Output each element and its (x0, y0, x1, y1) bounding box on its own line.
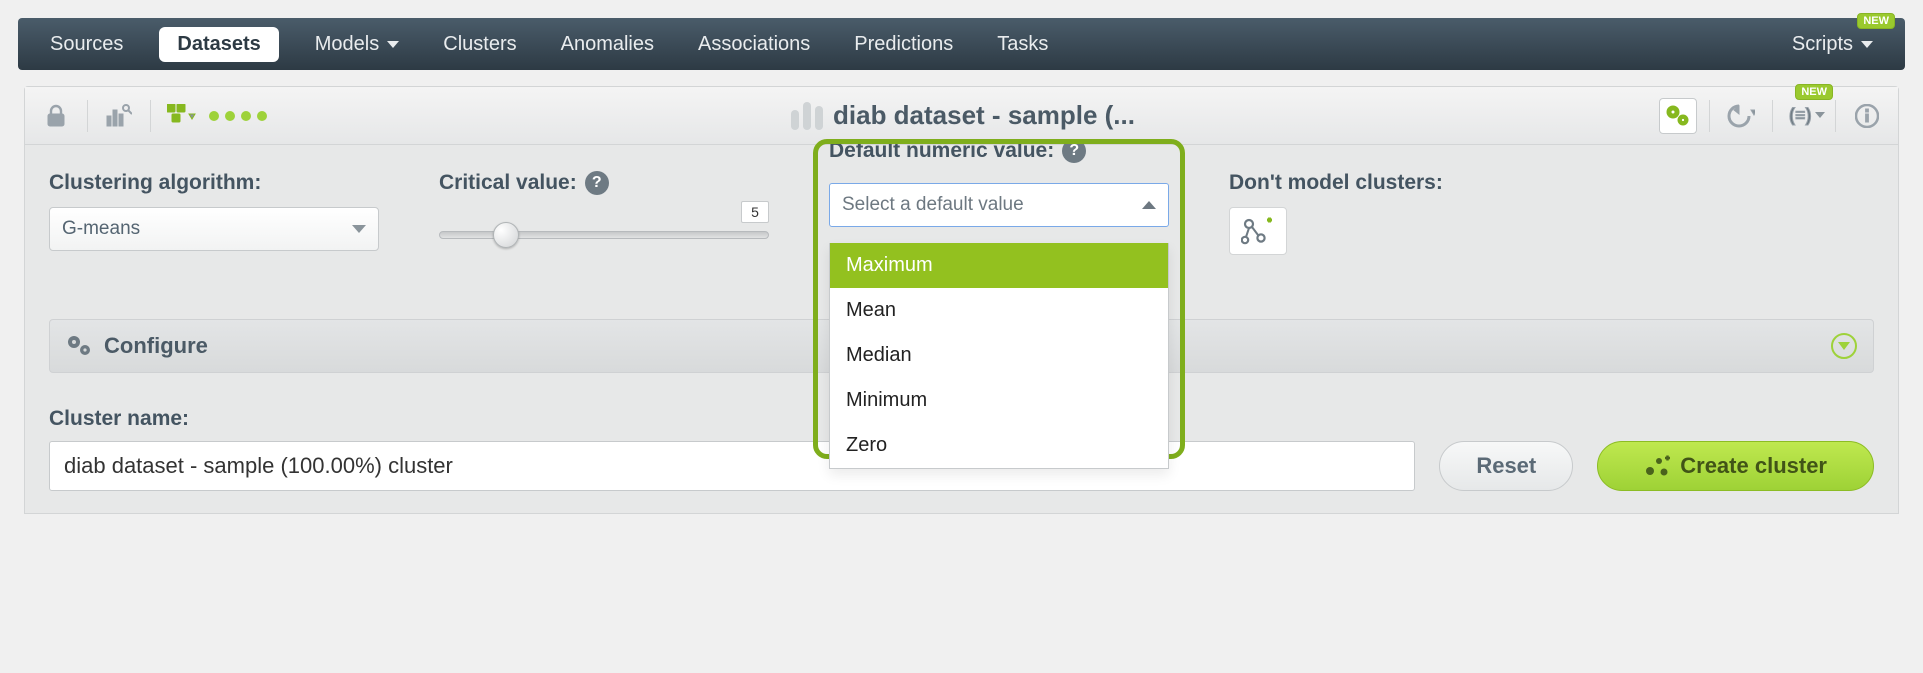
top-nav: Sources Datasets Models Clusters Anomali… (18, 18, 1905, 70)
nav-predictions[interactable]: Predictions (846, 23, 961, 66)
clustering-algorithm-select[interactable]: G-means (49, 207, 379, 251)
page-title-wrap: diab dataset - sample (... (267, 100, 1659, 131)
critical-value-slider[interactable]: 5 (439, 207, 769, 251)
script-menu-button[interactable]: (≡) NEW (1785, 98, 1823, 134)
cluster-name-input[interactable] (49, 441, 1415, 491)
default-numeric-select[interactable]: Select a default value (829, 183, 1169, 227)
nav-associations[interactable]: Associations (690, 23, 818, 66)
dataset-actions-button[interactable]: 3 0 1 (163, 98, 201, 134)
expand-icon (1831, 333, 1857, 359)
gears-icon (66, 334, 94, 358)
nav-sources[interactable]: Sources (42, 23, 131, 66)
dataset-icon: 3 0 1 (167, 104, 197, 128)
default-numeric-label: Default numeric value: ? (829, 139, 1086, 163)
sub-toolbar: 3 0 1 diab dataset - sample (... (25, 87, 1898, 145)
option-median[interactable]: Median (830, 333, 1168, 378)
chevron-down-icon (387, 41, 399, 48)
critical-value-label: Critical value: ? (439, 171, 769, 195)
clustering-algorithm-label: Clustering algorithm: (49, 171, 379, 195)
gears-button[interactable] (1659, 98, 1697, 134)
nav-scripts[interactable]: Scripts NEW (1784, 23, 1881, 66)
bolt-refresh-icon (1727, 104, 1755, 128)
config-row: Clustering algorithm: G-means Critical v… (25, 145, 1898, 265)
default-numeric-dropdown: Maximum Mean Median Minimum Zero (829, 243, 1169, 469)
chevron-down-icon (352, 225, 366, 233)
option-zero[interactable]: Zero (830, 423, 1168, 468)
refresh-bolt-button[interactable] (1722, 98, 1760, 134)
page-title: diab dataset - sample (... (833, 100, 1135, 131)
nav-tasks[interactable]: Tasks (989, 23, 1056, 66)
cluster-name-label: Cluster name: (49, 407, 1415, 431)
create-cluster-label: Create cluster (1680, 453, 1827, 479)
bars-icon (791, 102, 823, 130)
nav-models[interactable]: Models (307, 23, 407, 66)
histogram-search-icon (106, 104, 132, 128)
option-maximum[interactable]: Maximum (830, 243, 1168, 288)
new-badge: NEW (1857, 13, 1895, 29)
option-minimum[interactable]: Minimum (830, 378, 1168, 423)
new-badge: NEW (1795, 84, 1833, 100)
configure-section-label: Configure (104, 333, 208, 359)
nav-clusters[interactable]: Clusters (435, 23, 524, 66)
nav-scripts-label: Scripts (1792, 33, 1853, 56)
histogram-search-button[interactable] (100, 98, 138, 134)
default-numeric-placeholder: Select a default value (842, 194, 1024, 216)
dont-model-section: Don't model clusters: (1229, 171, 1443, 255)
dont-model-toggle[interactable] (1229, 207, 1287, 255)
nav-anomalies[interactable]: Anomalies (553, 23, 662, 66)
info-button[interactable] (1848, 98, 1886, 134)
reset-button[interactable]: Reset (1439, 441, 1573, 491)
create-cluster-button[interactable]: Create cluster (1597, 441, 1874, 491)
dont-model-label: Don't model clusters: (1229, 171, 1443, 195)
chevron-up-icon (1142, 201, 1156, 209)
svg-text:(≡): (≡) (1789, 105, 1812, 125)
default-numeric-label-text: Default numeric value: (829, 139, 1054, 163)
default-numeric-section: Default numeric value: ? Select a defaul… (829, 171, 1169, 227)
help-icon[interactable]: ? (585, 171, 609, 195)
lock-icon (45, 104, 67, 128)
slider-track (439, 231, 769, 239)
status-dots (209, 111, 267, 121)
page-container: 3 0 1 diab dataset - sample (... (24, 86, 1899, 514)
chevron-down-icon (1815, 112, 1825, 118)
option-mean[interactable]: Mean (830, 288, 1168, 333)
help-icon[interactable]: ? (1062, 139, 1086, 163)
clustering-algorithm-value: G-means (62, 218, 140, 240)
chevron-down-icon (1861, 41, 1873, 48)
slider-thumb[interactable] (493, 222, 519, 248)
cluster-icon (1644, 455, 1670, 477)
critical-value-section: Critical value: ? 5 (439, 171, 769, 251)
gears-icon (1665, 104, 1691, 128)
nav-datasets[interactable]: Datasets (159, 27, 278, 62)
clustering-algorithm-section: Clustering algorithm: G-means (49, 171, 379, 251)
cluster-tree-icon (1241, 216, 1275, 246)
privacy-lock-button[interactable] (37, 98, 75, 134)
critical-value-readout: 5 (741, 201, 769, 223)
critical-value-label-text: Critical value: (439, 171, 577, 195)
info-icon (1855, 104, 1879, 128)
nav-models-label: Models (315, 33, 379, 56)
